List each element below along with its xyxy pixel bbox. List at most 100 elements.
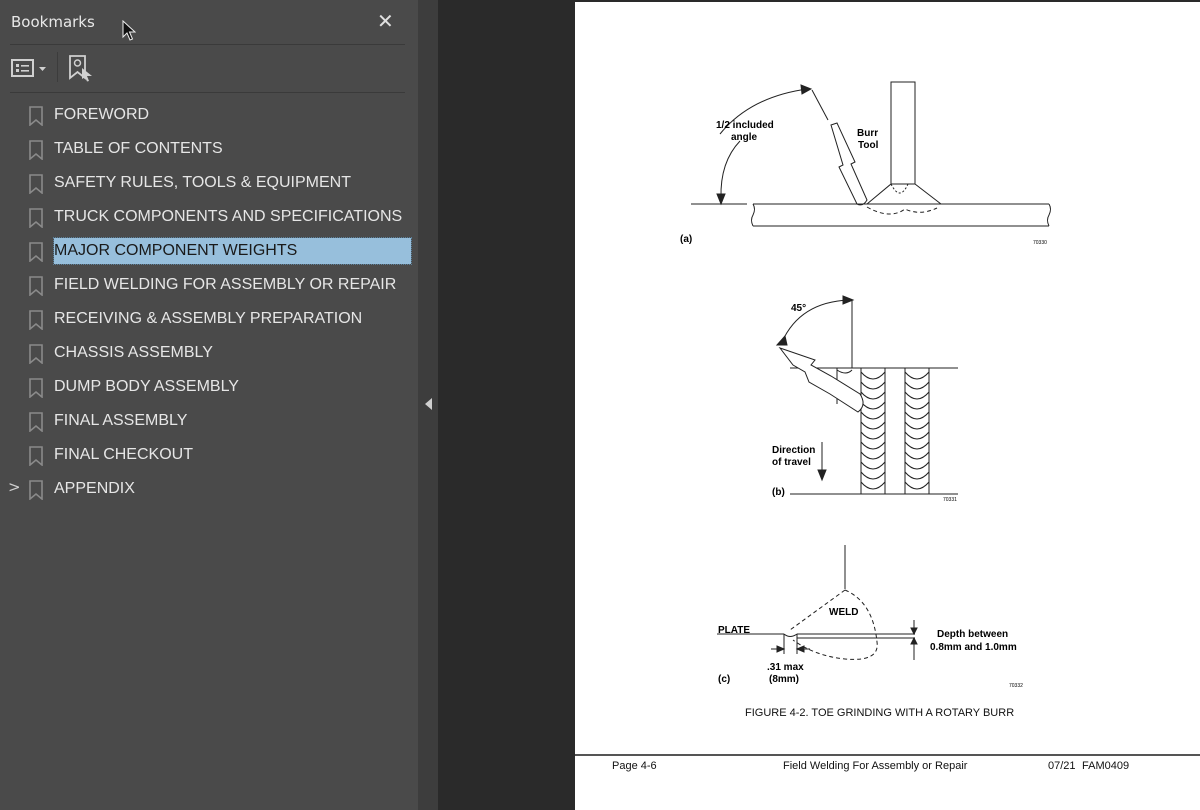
bookmark-label: APPENDIX xyxy=(54,480,135,497)
bookmark-label: SAFETY RULES, TOOLS & EQUIPMENT xyxy=(54,174,351,191)
add-bookmark-button[interactable] xyxy=(67,54,93,82)
bookmark-icon xyxy=(29,140,43,160)
weld-ripple xyxy=(904,371,930,380)
collapse-left-icon[interactable] xyxy=(425,398,432,410)
figure-a xyxy=(691,81,1051,227)
bookmark-item[interactable]: TRUCK COMPONENTS AND SPECIFICATIONS xyxy=(0,202,418,232)
bookmark-label: RECEIVING & ASSEMBLY PREPARATION xyxy=(54,310,363,327)
pdf-page: 1/2 included angle Burr Tool (a) 70330 4… xyxy=(575,2,1200,810)
divider xyxy=(10,92,405,93)
bookmark-icon xyxy=(29,208,43,228)
plate-label: PLATE xyxy=(718,625,750,636)
weld-ripple xyxy=(904,391,930,400)
figure-caption: FIGURE 4-2. TOE GRINDING WITH A ROTARY B… xyxy=(745,707,1015,719)
weld-ripple xyxy=(860,431,886,440)
weld-ripple xyxy=(860,381,886,390)
bookmark-icon xyxy=(29,480,43,500)
weld-ripple xyxy=(860,461,886,470)
weld-ripple xyxy=(860,471,886,480)
weld-ripple xyxy=(904,451,930,460)
weld-ripple xyxy=(860,391,886,400)
add-bookmark-icon xyxy=(69,55,92,82)
bookmark-label: TABLE OF CONTENTS xyxy=(54,140,223,157)
tool-label: Tool xyxy=(858,140,879,151)
weld-ripple xyxy=(860,421,886,430)
list-options-icon xyxy=(11,59,46,77)
bookmark-item[interactable]: CHASSIS ASSEMBLY xyxy=(0,338,418,368)
weld-ripple xyxy=(860,411,886,420)
weld-ripple xyxy=(860,401,886,410)
figure-ref: 70330 xyxy=(1033,240,1047,246)
figure-ref: 70331 xyxy=(943,497,957,503)
bookmark-label: FINAL ASSEMBLY xyxy=(54,412,188,429)
footer-rule xyxy=(575,754,1200,756)
angle-label: 1/2 included xyxy=(716,120,774,131)
bookmark-icon xyxy=(29,174,43,194)
max-label: .31 max xyxy=(767,662,804,673)
weld-ripple xyxy=(860,481,886,490)
bookmark-icon xyxy=(29,344,43,364)
direction-label: Direction xyxy=(772,445,815,456)
weld-ripple xyxy=(904,431,930,440)
bookmark-label: FIELD WELDING FOR ASSEMBLY OR REPAIR xyxy=(54,276,397,293)
figure-c xyxy=(717,545,918,660)
figure-ref: 70332 xyxy=(1009,683,1023,689)
weld-ripple xyxy=(904,441,930,450)
bookmark-options-button[interactable] xyxy=(11,57,49,79)
weld-ripple xyxy=(904,481,930,490)
bookmarks-header: Bookmarks ✕ xyxy=(0,0,418,44)
weld-label: WELD xyxy=(829,607,858,618)
weld-ripple xyxy=(904,411,930,420)
depth-label: 0.8mm and 1.0mm xyxy=(930,642,1017,653)
bookmark-label: TRUCK COMPONENTS AND SPECIFICATIONS xyxy=(54,208,403,225)
footer-doc-id: FAM0409 xyxy=(1082,760,1130,772)
bookmark-item[interactable]: FINAL ASSEMBLY xyxy=(0,406,418,436)
bookmark-label: DUMP BODY ASSEMBLY xyxy=(54,378,239,395)
bookmark-label: CHASSIS ASSEMBLY xyxy=(54,344,213,361)
bookmark-item-selected[interactable]: MAJOR COMPONENT WEIGHTS xyxy=(0,236,418,266)
bookmark-icon xyxy=(29,310,43,330)
weld-ripple xyxy=(904,461,930,470)
depth-label: Depth between xyxy=(937,629,1008,640)
angle-label: angle xyxy=(731,132,758,143)
footer-section: Field Welding For Assembly or Repair xyxy=(783,760,968,772)
weld-ripple xyxy=(860,451,886,460)
panel-label: (b) xyxy=(772,487,785,498)
weld-ripple xyxy=(860,371,886,380)
expand-chevron-icon[interactable]: > xyxy=(8,478,21,496)
bookmark-item[interactable]: DUMP BODY ASSEMBLY xyxy=(0,372,418,402)
weld-ripple xyxy=(904,421,930,430)
bookmarks-title: Bookmarks xyxy=(11,13,95,31)
bookmark-item[interactable]: FOREWORD xyxy=(0,100,418,130)
bookmark-label: MAJOR COMPONENT WEIGHTS xyxy=(53,237,412,265)
bookmark-item[interactable]: RECEIVING & ASSEMBLY PREPARATION xyxy=(0,304,418,334)
divider xyxy=(10,44,405,45)
close-icon[interactable]: ✕ xyxy=(377,9,394,33)
bookmark-item[interactable]: FINAL CHECKOUT xyxy=(0,440,418,470)
toolbar-divider xyxy=(57,52,58,82)
weld-ripple xyxy=(904,471,930,480)
bookmark-icon xyxy=(29,446,43,466)
angle-label: 45° xyxy=(791,303,806,314)
weld-ripple xyxy=(860,441,886,450)
weld-ripple xyxy=(904,401,930,410)
footer-page: Page 4-6 xyxy=(612,760,657,772)
bookmark-item[interactable]: SAFETY RULES, TOOLS & EQUIPMENT xyxy=(0,168,418,198)
bookmark-item[interactable]: FIELD WELDING FOR ASSEMBLY OR REPAIR xyxy=(0,270,418,300)
bookmark-item[interactable]: > APPENDIX xyxy=(0,474,418,504)
weld-ripple xyxy=(904,381,930,390)
figure-4-2: 1/2 included angle Burr Tool (a) 70330 4… xyxy=(680,81,1051,689)
mouse-cursor-icon xyxy=(122,20,136,41)
bookmark-icon xyxy=(29,412,43,432)
max-label: (8mm) xyxy=(769,674,799,685)
bookmark-icon xyxy=(29,106,43,126)
panel-label: (c) xyxy=(718,674,730,685)
footer-date: 07/21 xyxy=(1048,760,1076,772)
panel-splitter[interactable] xyxy=(418,0,438,810)
bookmark-icon xyxy=(29,276,43,296)
direction-label: of travel xyxy=(772,457,811,468)
bookmark-item[interactable]: TABLE OF CONTENTS xyxy=(0,134,418,164)
bookmark-icon xyxy=(29,242,43,262)
panel-label: (a) xyxy=(680,234,692,245)
bookmark-icon xyxy=(29,378,43,398)
